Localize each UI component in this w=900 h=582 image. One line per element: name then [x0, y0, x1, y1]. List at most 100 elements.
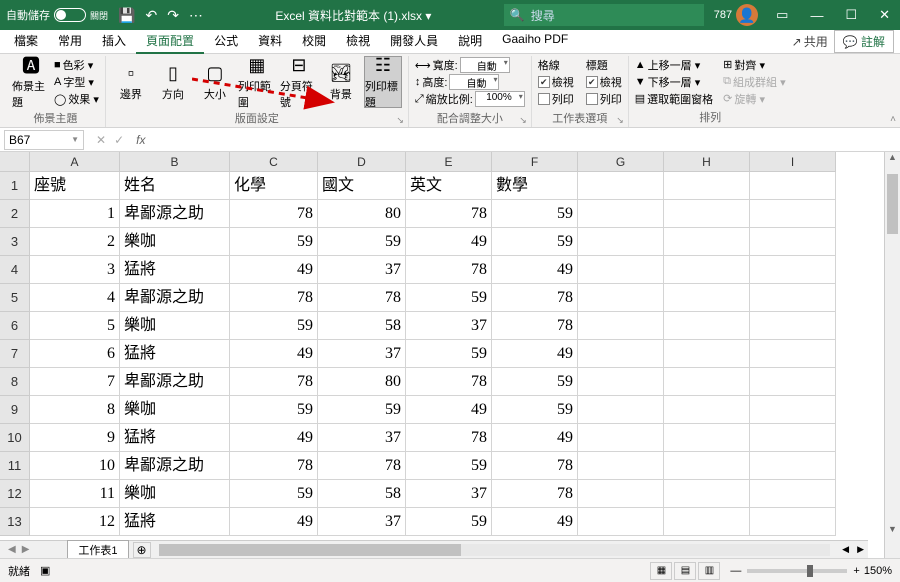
- gridlines-print-checkbox[interactable]: [538, 93, 550, 105]
- cell[interactable]: 樂咖: [120, 396, 230, 424]
- scale-launcher-icon[interactable]: ↘: [519, 115, 527, 126]
- cell[interactable]: 卑鄙源之助: [120, 200, 230, 228]
- collapse-ribbon-icon[interactable]: ˄: [890, 114, 896, 125]
- cell[interactable]: 49: [230, 340, 318, 368]
- row-header[interactable]: 7: [0, 340, 30, 368]
- cell[interactable]: [578, 368, 664, 396]
- save-icon[interactable]: 💾: [118, 7, 135, 24]
- scale-ratio-input[interactable]: 100%: [475, 91, 525, 107]
- cell[interactable]: 化學: [230, 172, 318, 200]
- cell[interactable]: 37: [318, 424, 406, 452]
- account-button[interactable]: 787 👤: [714, 4, 758, 26]
- cell[interactable]: [750, 172, 836, 200]
- cell[interactable]: 5: [30, 312, 120, 340]
- cell[interactable]: 78: [406, 200, 492, 228]
- select-all-button[interactable]: [0, 152, 30, 172]
- cell[interactable]: [664, 340, 750, 368]
- cell[interactable]: 7: [30, 368, 120, 396]
- cell[interactable]: 2: [30, 228, 120, 256]
- cell[interactable]: 樂咖: [120, 312, 230, 340]
- ribbon-tab-1[interactable]: 常用: [48, 29, 92, 54]
- cell[interactable]: [750, 508, 836, 536]
- cell[interactable]: 59: [406, 340, 492, 368]
- cell[interactable]: [750, 452, 836, 480]
- cell[interactable]: [750, 200, 836, 228]
- cell[interactable]: 78: [230, 200, 318, 228]
- cell[interactable]: 59: [230, 396, 318, 424]
- selection-pane-button[interactable]: ▤選取範圍窗格: [635, 91, 713, 107]
- row-header[interactable]: 11: [0, 452, 30, 480]
- cell[interactable]: 49: [492, 508, 578, 536]
- ribbon-tab-9[interactable]: 說明: [448, 29, 492, 54]
- ribbon-tab-3[interactable]: 頁面配置: [136, 29, 204, 54]
- cell[interactable]: 12: [30, 508, 120, 536]
- rotate-button[interactable]: ⟳旋轉 ▾: [723, 91, 785, 107]
- autosave-toggle[interactable]: 自動儲存 關閉: [6, 7, 108, 23]
- row-header[interactable]: 1: [0, 172, 30, 200]
- column-header[interactable]: I: [750, 152, 836, 172]
- cell[interactable]: 59: [318, 228, 406, 256]
- cell[interactable]: 樂咖: [120, 480, 230, 508]
- grid[interactable]: ABCDEFGHI 1座號姓名化學國文英文數學21卑鄙源之助7880785932…: [0, 152, 884, 558]
- cell[interactable]: 80: [318, 368, 406, 396]
- cell[interactable]: 78: [492, 284, 578, 312]
- maximize-icon[interactable]: ☐: [841, 7, 861, 23]
- cell[interactable]: [578, 340, 664, 368]
- cell[interactable]: [578, 256, 664, 284]
- send-backward-button[interactable]: ▼下移一層 ▾: [635, 74, 713, 90]
- column-header[interactable]: H: [664, 152, 750, 172]
- align-button[interactable]: ⊞對齊 ▾: [723, 57, 785, 73]
- cell[interactable]: 3: [30, 256, 120, 284]
- cell[interactable]: 國文: [318, 172, 406, 200]
- cell[interactable]: [750, 284, 836, 312]
- page-break-view-icon[interactable]: ▥: [698, 562, 720, 580]
- v-scroll-thumb[interactable]: [887, 174, 898, 234]
- cell[interactable]: 59: [492, 396, 578, 424]
- cell[interactable]: [750, 480, 836, 508]
- add-sheet-button[interactable]: ⊕: [133, 542, 151, 558]
- gridlines-view-checkbox[interactable]: [538, 76, 550, 88]
- background-button[interactable]: 🏞背景: [322, 56, 360, 108]
- cell[interactable]: [750, 228, 836, 256]
- cell[interactable]: 49: [406, 396, 492, 424]
- zoom-slider[interactable]: [747, 569, 847, 573]
- document-title[interactable]: Excel 資料比對範本 (1).xlsx ▾: [203, 7, 504, 24]
- theme-effects-button[interactable]: ◯效果 ▾: [54, 91, 99, 107]
- cell[interactable]: 10: [30, 452, 120, 480]
- cell[interactable]: 78: [230, 368, 318, 396]
- column-header[interactable]: F: [492, 152, 578, 172]
- margins-button[interactable]: ▫邊界: [112, 56, 150, 108]
- cell[interactable]: 37: [318, 256, 406, 284]
- cell[interactable]: 猛將: [120, 340, 230, 368]
- column-header[interactable]: G: [578, 152, 664, 172]
- cell[interactable]: 78: [230, 284, 318, 312]
- cell[interactable]: [578, 396, 664, 424]
- more-icon[interactable]: ⋯: [189, 7, 203, 24]
- cell[interactable]: 59: [318, 396, 406, 424]
- cell[interactable]: 49: [230, 424, 318, 452]
- cell[interactable]: [664, 480, 750, 508]
- cell[interactable]: [664, 452, 750, 480]
- row-header[interactable]: 4: [0, 256, 30, 284]
- ribbon-tab-6[interactable]: 校閱: [292, 29, 336, 54]
- headings-view-checkbox[interactable]: [586, 76, 598, 88]
- cell[interactable]: 78: [406, 424, 492, 452]
- cell[interactable]: 座號: [30, 172, 120, 200]
- horizontal-scrollbar[interactable]: ◀▶ 工作表1 ⊕ ◀▶: [0, 540, 868, 558]
- scroll-up-icon[interactable]: ▲: [885, 152, 900, 168]
- cell[interactable]: [750, 340, 836, 368]
- print-titles-button[interactable]: ☷列印標題: [364, 56, 402, 108]
- cell[interactable]: 37: [406, 312, 492, 340]
- cell[interactable]: 數學: [492, 172, 578, 200]
- cell[interactable]: 49: [492, 340, 578, 368]
- cell[interactable]: 78: [318, 452, 406, 480]
- cell[interactable]: 78: [492, 312, 578, 340]
- cell[interactable]: [664, 508, 750, 536]
- headings-print-checkbox[interactable]: [586, 93, 598, 105]
- scale-width-input[interactable]: 自動: [460, 57, 510, 73]
- cell[interactable]: 78: [318, 284, 406, 312]
- bring-forward-button[interactable]: ▲上移一層 ▾: [635, 57, 713, 73]
- ribbon-tab-7[interactable]: 檢視: [336, 29, 380, 54]
- cell[interactable]: [578, 172, 664, 200]
- cell[interactable]: 49: [492, 256, 578, 284]
